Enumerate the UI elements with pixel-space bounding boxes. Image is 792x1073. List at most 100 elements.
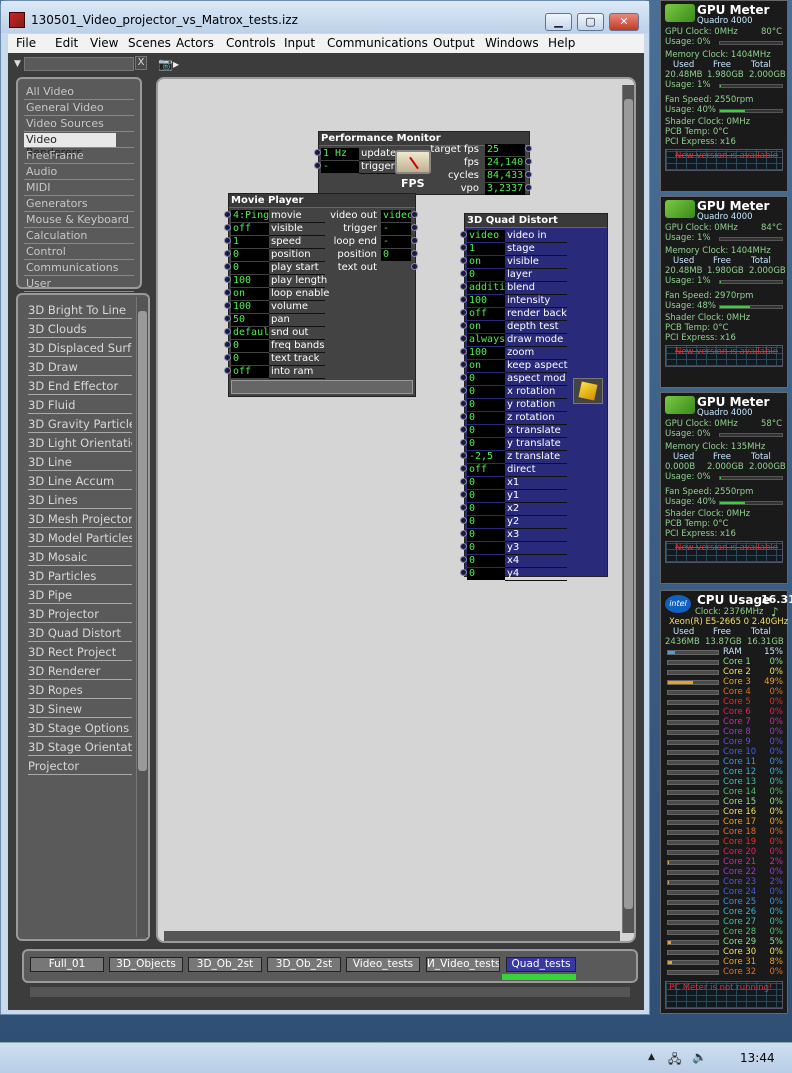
actor-list-item[interactable]: 3D Mesh Projector — [28, 512, 132, 528]
menu-actors[interactable]: Actors — [176, 36, 214, 50]
input-port-icon[interactable] — [460, 270, 467, 277]
menu-input[interactable]: Input — [284, 36, 315, 50]
output-port-icon[interactable] — [525, 158, 532, 165]
input-port-icon[interactable] — [460, 257, 467, 264]
actor-list-item[interactable]: 3D Renderer — [28, 664, 132, 680]
input-port-icon[interactable] — [460, 569, 467, 576]
input-value[interactable]: 100 — [467, 295, 505, 307]
filter-arrow-icon[interactable]: ▼ — [14, 59, 21, 69]
input-value[interactable]: 0 — [467, 516, 505, 528]
input-port-icon[interactable] — [460, 283, 467, 290]
input-port-icon[interactable] — [460, 400, 467, 407]
category-item[interactable]: Calculation — [24, 229, 142, 243]
input-value[interactable]: additive — [467, 282, 505, 294]
category-item[interactable]: Mouse & Keyboard — [24, 213, 142, 227]
actor-list-item[interactable]: 3D Ropes — [28, 683, 132, 699]
input-value[interactable]: 0 — [231, 249, 269, 261]
input-port-icon[interactable] — [460, 348, 467, 355]
new-version-link[interactable]: New version is available — [675, 543, 778, 553]
actor-list-item[interactable]: 3D Clouds — [28, 322, 132, 338]
actor-list-item[interactable]: 3D Pipe — [28, 588, 132, 604]
search-input[interactable] — [24, 57, 134, 71]
actor-list-item[interactable]: 3D Mosaic — [28, 550, 132, 566]
input-value[interactable]: off — [467, 464, 505, 476]
input-value[interactable]: 100 — [231, 301, 269, 313]
menu-output[interactable]: Output — [433, 36, 475, 50]
category-item[interactable]: Audio — [24, 165, 142, 179]
input-value[interactable]: 0 — [467, 503, 505, 515]
input-port-icon[interactable] — [460, 413, 467, 420]
input-port-icon[interactable] — [224, 237, 231, 244]
actor-list-item[interactable]: 3D Draw — [28, 360, 132, 376]
scene-tab[interactable]: 3D_Ob_2st — [188, 957, 262, 972]
actor-list-item[interactable]: 3D Projector — [28, 607, 132, 623]
scene-tab[interactable]: Full_01 — [30, 957, 104, 972]
input-port-icon[interactable] — [460, 439, 467, 446]
input-value[interactable]: on — [231, 288, 269, 300]
input-port-icon[interactable] — [460, 322, 467, 329]
input-port-icon[interactable] — [460, 361, 467, 368]
input-port-icon[interactable] — [460, 296, 467, 303]
input-port-icon[interactable] — [460, 244, 467, 251]
performance-monitor-actor[interactable]: Performance Monitor 1 Hz update - trigger FPS… — [318, 131, 530, 195]
title-bar[interactable]: 130501_Video_projector_vs_Matrox_tests.i… — [1, 1, 649, 33]
input-port-icon[interactable] — [460, 556, 467, 563]
menu-help[interactable]: Help — [548, 36, 575, 50]
input-port-icon[interactable] — [460, 465, 467, 472]
input-value[interactable]: 0 — [467, 425, 505, 437]
actor-list-item[interactable]: 3D Displaced Surf — [28, 341, 132, 357]
input-value[interactable]: 0 — [467, 529, 505, 541]
input-port-icon[interactable] — [224, 341, 231, 348]
actor-list-item[interactable]: 3D Sinew — [28, 702, 132, 718]
input-port-icon[interactable] — [224, 211, 231, 218]
input-port-icon[interactable] — [224, 289, 231, 296]
category-item[interactable]: Video Sources — [24, 117, 142, 131]
category-item[interactable]: Control — [24, 245, 142, 259]
input-value[interactable]: 0 — [231, 340, 269, 352]
output-port-icon[interactable] — [411, 263, 418, 270]
input-port-icon[interactable] — [224, 276, 231, 283]
tray-arrow-icon[interactable]: ▲ — [648, 1052, 655, 1062]
canvas-vscrollbar[interactable] — [622, 85, 634, 933]
input-value[interactable]: 0 — [467, 542, 505, 554]
actor-list-item[interactable]: 3D Fluid — [28, 398, 132, 414]
actor-list-item[interactable]: 3D Line — [28, 455, 132, 471]
input-value[interactable]: 0 — [467, 269, 505, 281]
actor-list-item[interactable]: Projector — [28, 759, 132, 775]
actor-list-item[interactable]: 3D Lines — [28, 493, 132, 509]
input-value[interactable]: 1 — [467, 243, 505, 255]
input-value[interactable]: 0 — [467, 399, 505, 411]
network-icon[interactable]: 🖧 — [668, 1050, 681, 1071]
menu-controls[interactable]: Controls — [226, 36, 276, 50]
actor-list-item[interactable]: 3D Model Particles — [28, 531, 132, 547]
new-version-link[interactable]: New version is available — [675, 347, 778, 357]
input-value[interactable]: on — [467, 321, 505, 333]
menu-communications[interactable]: Communications — [327, 36, 428, 50]
input-value[interactable]: 1 — [231, 236, 269, 248]
input-value[interactable]: 1 Hz — [321, 148, 359, 160]
input-port-icon[interactable] — [460, 491, 467, 498]
category-item[interactable]: Communications — [24, 261, 142, 275]
actor-list-item[interactable]: 3D Line Accum — [28, 474, 132, 490]
input-value[interactable]: 0 — [231, 353, 269, 365]
input-port-icon[interactable] — [460, 426, 467, 433]
input-value[interactable]: off — [231, 366, 269, 378]
input-value[interactable]: 50 — [231, 314, 269, 326]
actor-list-item[interactable]: 3D Bright To Line — [28, 303, 132, 319]
input-port-icon[interactable] — [224, 367, 231, 374]
output-port-icon[interactable] — [411, 250, 418, 257]
actor-list-item[interactable]: 3D End Effector — [28, 379, 132, 395]
actor-list-item[interactable]: 3D Stage Options — [28, 721, 132, 737]
input-port-icon[interactable] — [314, 149, 321, 156]
input-value[interactable]: -2,5 — [467, 451, 505, 463]
maximize-button[interactable]: ▢ — [577, 13, 604, 31]
scene-tab[interactable]: 3D_Ob_2st — [267, 957, 341, 972]
actor-list-item[interactable]: 3D Rect Project — [28, 645, 132, 661]
menu-file[interactable]: File — [16, 36, 36, 50]
category-item[interactable]: General Video — [24, 101, 142, 115]
input-port-icon[interactable] — [460, 231, 467, 238]
tabs-scrollbar[interactable] — [30, 987, 630, 997]
input-value[interactable]: always — [467, 334, 505, 346]
input-port-icon[interactable] — [460, 335, 467, 342]
input-port-icon[interactable] — [224, 302, 231, 309]
